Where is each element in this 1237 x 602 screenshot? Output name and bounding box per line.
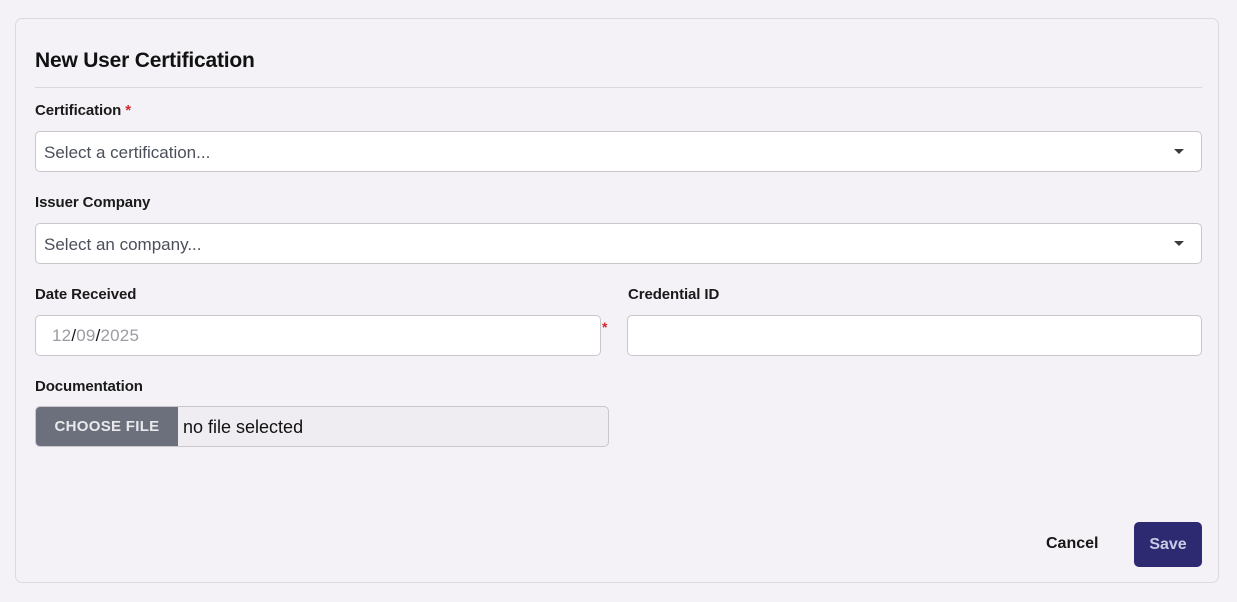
caret-down-icon xyxy=(1174,149,1184,154)
credential-id-label: Credential ID xyxy=(628,286,720,303)
documentation-label: Documentation xyxy=(35,378,143,395)
certification-form-card: New User Certification Certification * Se… xyxy=(15,18,1219,583)
certification-label-text: Certification xyxy=(35,102,122,119)
date-received-label: Date Received xyxy=(35,286,137,303)
documentation-file-input[interactable]: CHOOSE FILE no file selected xyxy=(35,406,609,447)
certification-select[interactable]: Select a certification... xyxy=(35,131,1202,172)
save-button[interactable]: Save xyxy=(1134,522,1202,567)
choose-file-button[interactable]: CHOOSE FILE xyxy=(36,407,178,446)
date-received-input[interactable]: 12/09/2025 xyxy=(35,315,601,356)
certification-required-mark: * xyxy=(125,102,131,119)
caret-down-icon xyxy=(1174,241,1184,246)
date-year[interactable]: 2025 xyxy=(101,326,140,345)
title-divider xyxy=(35,87,1202,88)
certification-label: Certification * xyxy=(35,102,131,119)
issuer-company-select[interactable]: Select an company... xyxy=(35,223,1202,264)
date-required-mark: * xyxy=(602,319,608,335)
page-title: New User Certification xyxy=(35,49,255,72)
issuer-company-select-placeholder: Select an company... xyxy=(44,235,202,254)
issuer-company-label: Issuer Company xyxy=(35,194,151,211)
date-received-value: 12/09/2025 xyxy=(52,326,139,346)
credential-id-input[interactable] xyxy=(627,315,1202,356)
date-day[interactable]: 09 xyxy=(76,326,95,345)
certification-select-placeholder: Select a certification... xyxy=(44,143,211,162)
file-status-text: no file selected xyxy=(183,417,304,437)
date-month[interactable]: 12 xyxy=(52,326,71,345)
cancel-button[interactable]: Cancel xyxy=(1046,535,1098,553)
